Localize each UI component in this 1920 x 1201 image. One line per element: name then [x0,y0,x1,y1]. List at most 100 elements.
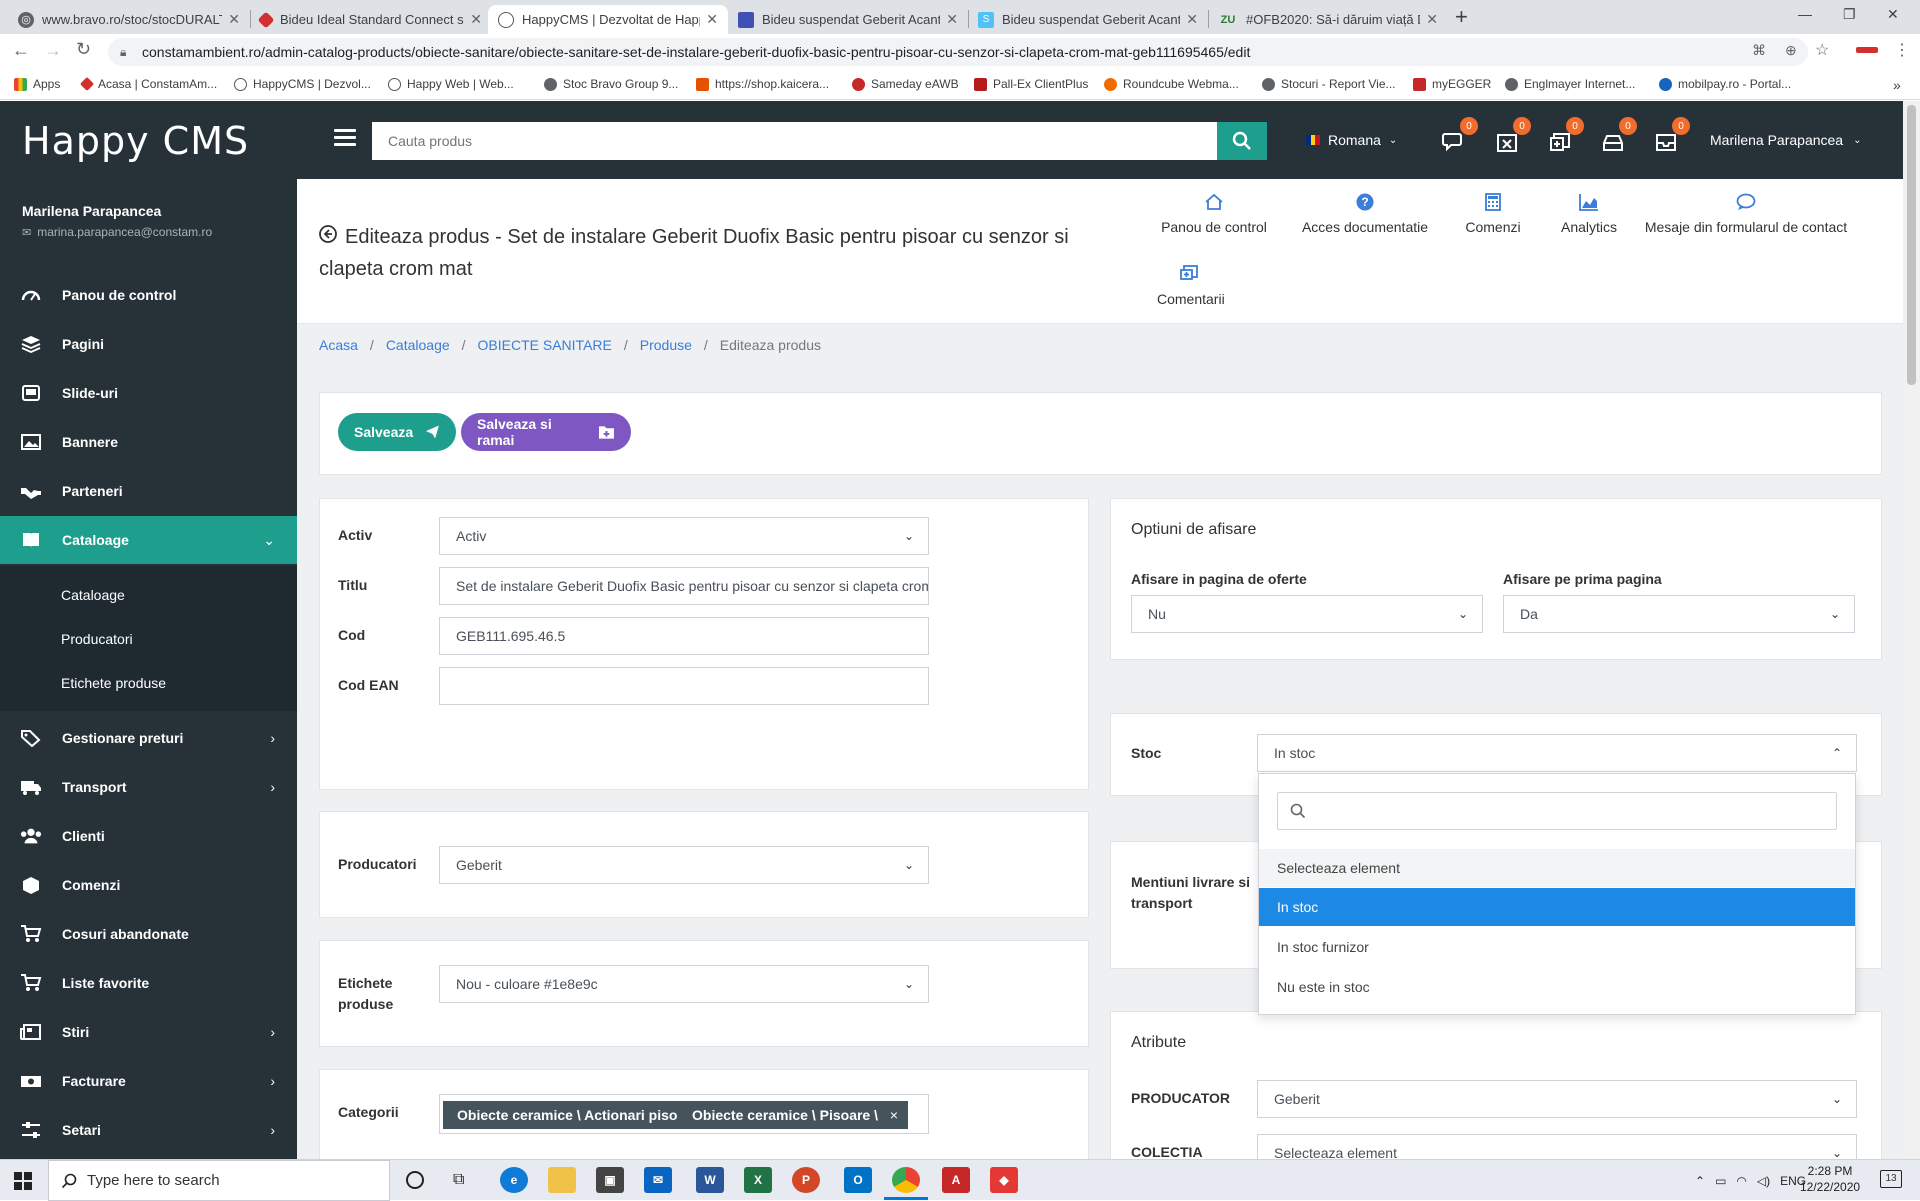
bookmark[interactable]: HappyCMS | Dezvol... [234,77,371,91]
url-field[interactable]: 🔒︎ constamambient.ro/admin-catalog-produ… [108,38,1808,66]
excel-icon[interactable]: X [744,1167,772,1193]
quicklink-comenzi[interactable]: Comenzi [1458,193,1528,235]
extension-icon[interactable] [1856,47,1878,53]
inbox-icon[interactable]: 0 [1652,117,1690,155]
quicklink-mesaje[interactable]: Mesaje din formularul de contact [1641,193,1851,235]
close-tab-icon[interactable]: ✕ [228,11,240,28]
add-comment-icon[interactable]: 0 [1546,117,1584,155]
archive-icon[interactable]: 0 [1599,117,1637,155]
breadcrumb-cataloage[interactable]: Cataloage [386,337,450,353]
outlook-icon[interactable]: O [844,1167,872,1193]
page-scrollbar[interactable] [1903,101,1920,1159]
sidebar-item-slide-uri[interactable]: Slide-uri [0,369,297,417]
stoc-option[interactable]: Nu este in stoc [1259,968,1855,1006]
bookmark[interactable]: mobilpay.ro - Portal... [1659,77,1791,91]
menu-toggle-icon[interactable] [334,129,356,147]
file-explorer-icon[interactable] [548,1167,576,1193]
browser-tab[interactable]: Bideu suspendat Geberit Acanto ✕ [728,5,968,34]
close-tab-icon[interactable]: ✕ [946,11,958,28]
browser-tab-active[interactable]: HappyCMS | Dezvoltat de Happy ✕ [488,5,728,34]
store-icon[interactable]: ▣ [596,1167,624,1193]
user-menu[interactable]: Marilena Parapancea ⌄ [1710,132,1861,148]
word-icon[interactable]: W [696,1167,724,1193]
notification-center-icon[interactable]: 13 [1880,1170,1902,1188]
producatori-select[interactable]: Geberit ⌄ [439,846,929,884]
logo[interactable]: Happy CMS [22,119,249,163]
calendar-cancel-icon[interactable]: 0 [1493,117,1531,155]
prima-pagina-select[interactable]: Da ⌄ [1503,595,1855,633]
close-tab-icon[interactable]: ✕ [1186,11,1198,28]
minimize-icon[interactable]: — [1798,6,1812,22]
quicklink-panou-de-control[interactable]: Panou de control [1157,193,1271,235]
volume-icon[interactable]: ◁) [1757,1174,1770,1188]
product-search-input[interactable] [372,122,1217,160]
breadcrumb-produse[interactable]: Produse [640,337,692,353]
translate-icon[interactable]: ⌘ [1752,42,1766,59]
quicklink-comentarii[interactable]: Comentarii [1157,265,1225,307]
bookmark[interactable]: Englmayer Internet... [1505,77,1635,91]
cod-input[interactable]: GEB111.695.46.5 [439,617,929,655]
chrome-icon[interactable] [892,1167,920,1193]
sidebar-item-transport[interactable]: Transport › [0,763,297,811]
sidebar-item-cataloage[interactable]: Cataloage ⌄ [0,516,297,564]
sidebar-subitem-etichete-produse[interactable]: Etichete produse [61,675,166,691]
close-tab-icon[interactable]: ✕ [1426,11,1438,28]
close-window-icon[interactable]: ✕ [1887,6,1899,23]
quicklink-analytics[interactable]: Analytics [1549,193,1629,235]
cortana-icon[interactable] [406,1171,424,1189]
back-icon[interactable]: ← [12,40,30,61]
network-icon[interactable]: ▭ [1715,1174,1726,1188]
sidebar-item-setari[interactable]: Setari › [0,1106,297,1154]
bookmark[interactable]: Stoc Bravo Group 9... [544,77,678,91]
browser-tab[interactable]: S Bideu suspendat Geberit Acanto ✕ [968,5,1208,34]
bookmark-apps[interactable]: Apps [14,77,60,91]
save-button[interactable]: Salveaza [338,413,456,451]
breadcrumb-acasa[interactable]: Acasa [319,337,358,353]
anydesk-icon[interactable]: ◆ [990,1167,1018,1193]
maximize-icon[interactable]: ❐ [1843,6,1856,23]
sidebar-item-panou-de-control[interactable]: Panou de control [0,271,297,319]
sidebar-item-stiri[interactable]: Stiri › [0,1008,297,1056]
sidebar-subitem-cataloage[interactable]: Cataloage [61,587,125,603]
stoc-select[interactable]: In stoc ⌃ [1257,734,1857,772]
sidebar-item-comenzi[interactable]: Comenzi [0,861,297,909]
bookmark-star-icon[interactable]: ☆ [1815,40,1829,60]
acrobat-icon[interactable]: A [942,1167,970,1193]
bookmark[interactable]: Stocuri - Report Vie... [1262,77,1396,91]
close-tab-icon[interactable]: ✕ [706,11,718,28]
bookmark[interactable]: Happy Web | Web... [388,77,514,91]
scrollbar-thumb[interactable] [1907,105,1916,385]
mail-icon[interactable]: ✉ [644,1167,672,1193]
bookmark[interactable]: Pall-Ex ClientPlus [974,77,1088,91]
powerpoint-icon[interactable]: P [792,1167,820,1193]
edge-icon[interactable]: e [500,1167,528,1193]
dropdown-search-input[interactable] [1277,792,1837,830]
titlu-input[interactable]: Set de instalare Geberit Duofix Basic pe… [439,567,929,605]
forward-icon[interactable]: → [44,40,62,61]
back-arrow-icon[interactable] [319,221,337,253]
oferte-select[interactable]: Nu ⌄ [1131,595,1483,633]
reload-icon[interactable]: ↻ [76,39,91,60]
messages-icon[interactable]: 0 [1440,117,1478,155]
bookmark[interactable]: Sameday eAWB [852,77,959,91]
sidebar-item-cosuri-abandonate[interactable]: Cosuri abandonate [0,910,297,958]
task-view-icon[interactable]: ⧉ [453,1171,464,1189]
close-tab-icon[interactable]: ✕ [470,11,482,28]
wifi-icon[interactable]: ◠ [1736,1174,1746,1188]
sidebar-item-clienti[interactable]: Clienti [0,812,297,860]
sidebar-item-gestionare-preturi[interactable]: Gestionare preturi › [0,714,297,762]
sidebar-item-facturare[interactable]: Facturare › [0,1057,297,1105]
activ-select[interactable]: Activ ⌄ [439,517,929,555]
etichete-select[interactable]: Nou - culoare #1e8e9c ⌄ [439,965,929,1003]
chevron-up-icon[interactable]: ⌃ [1695,1174,1705,1188]
search-button[interactable] [1217,122,1267,160]
language-selector[interactable]: Romana ⌄ [1306,132,1397,148]
sidebar-item-liste-favorite[interactable]: Liste favorite [0,959,297,1007]
bookmark[interactable]: Acasa | ConstamAm... [79,76,217,92]
categorii-multiselect[interactable]: Obiecte ceramice \ Actionari pisoar \× O… [439,1094,929,1134]
browser-tab[interactable]: ◎ www.bravo.ro/stoc/stocDURALTE ✕ [8,5,250,34]
bookmark[interactable]: Roundcube Webma... [1104,77,1239,91]
sidebar-item-pagini[interactable]: Pagini [0,320,297,368]
stoc-option[interactable]: In stoc furnizor [1259,928,1855,966]
menu-dots-icon[interactable]: ⋮ [1894,40,1910,60]
